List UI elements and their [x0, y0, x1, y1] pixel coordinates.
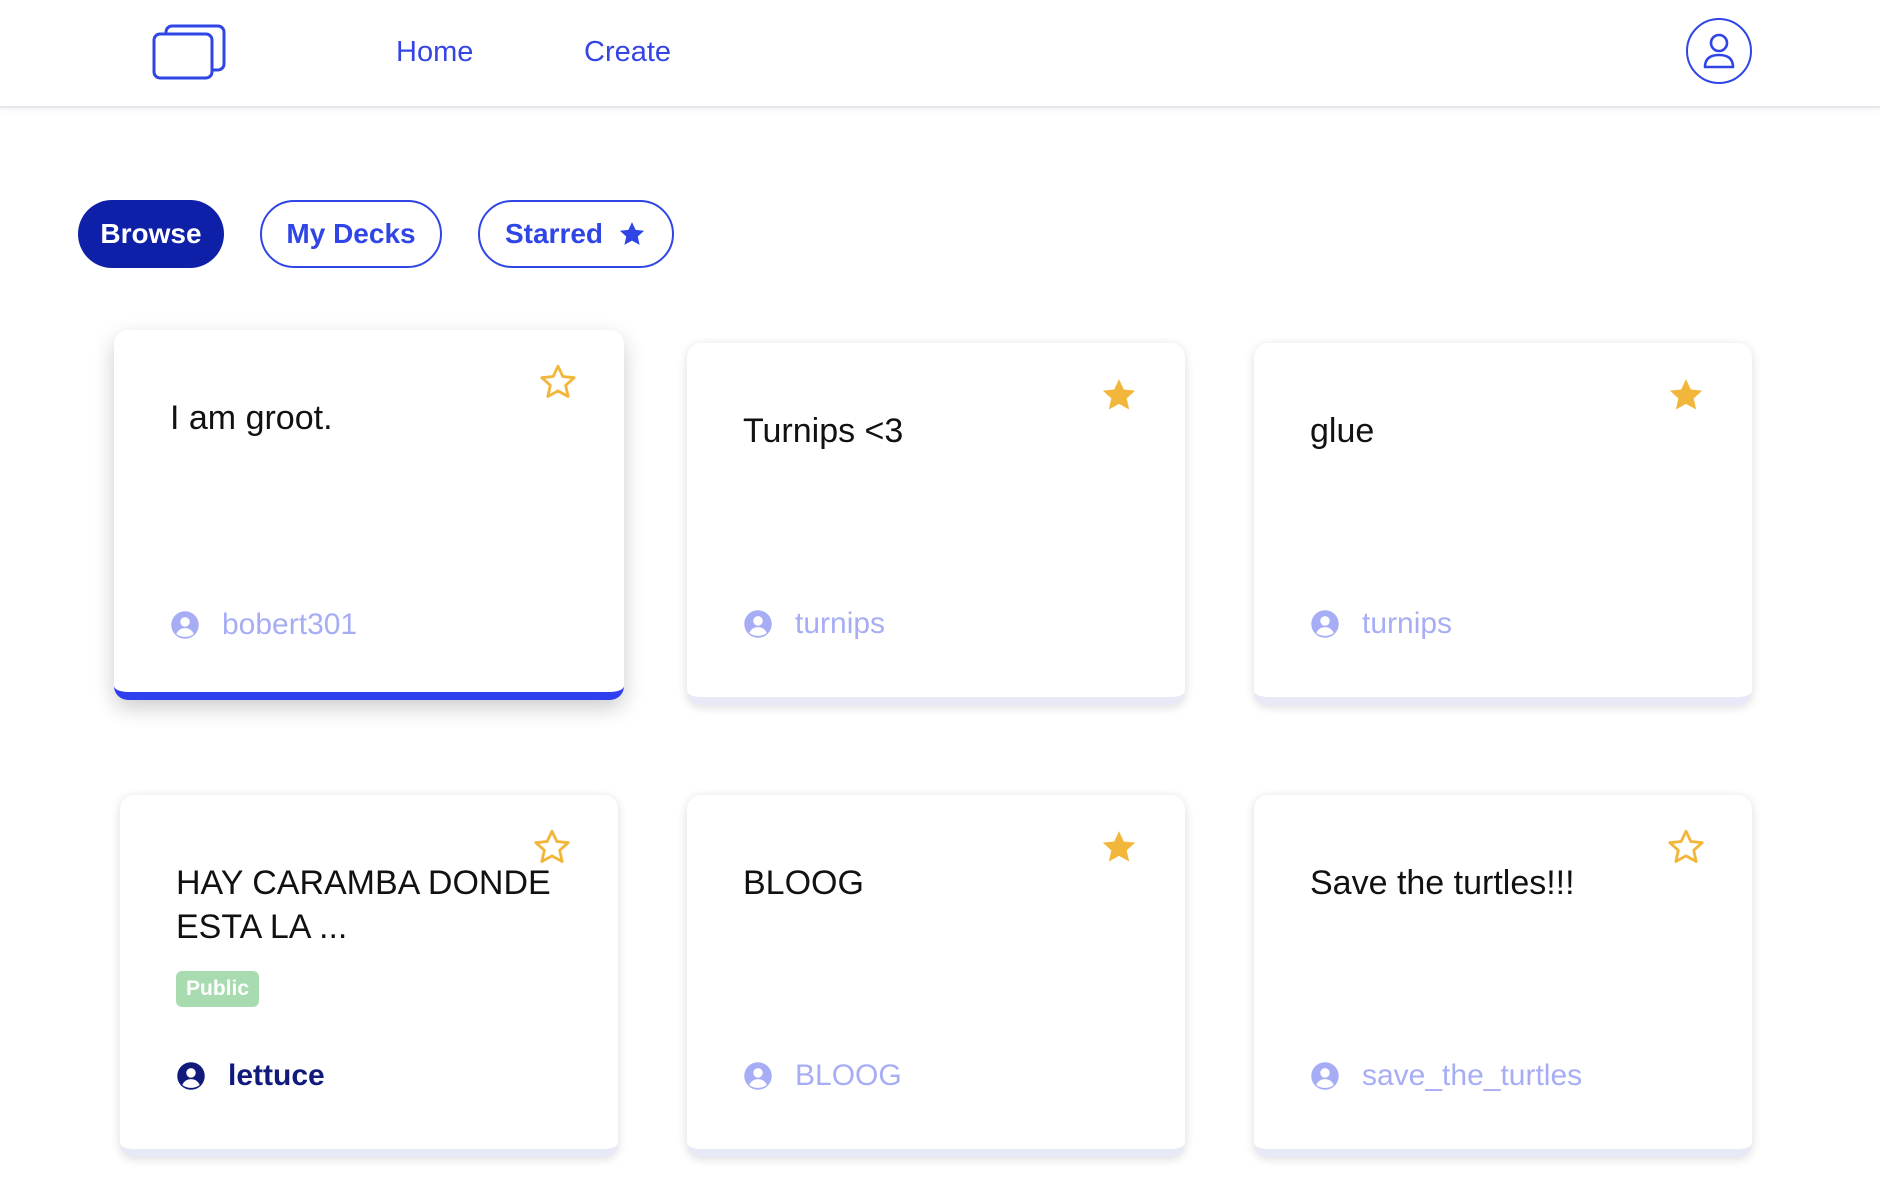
deck-author[interactable]: bobert301	[170, 608, 357, 642]
deck-card[interactable]: BLOOG BLOOG	[687, 795, 1185, 1157]
deck-title: I am groot.	[170, 399, 333, 437]
deck-author[interactable]: turnips	[1310, 607, 1452, 641]
deck-author[interactable]: lettuce	[176, 1059, 325, 1093]
user-circle-icon	[177, 1062, 205, 1090]
user-circle-icon	[744, 610, 772, 638]
nav-create-link[interactable]: Create	[584, 36, 671, 69]
user-circle-icon	[1311, 610, 1339, 638]
user-circle-icon	[744, 1062, 772, 1090]
deck-author-name: turnips	[795, 607, 886, 640]
deck-author-name: save_the_turtles	[1362, 1059, 1583, 1092]
browse-tab[interactable]: Browse	[78, 200, 224, 268]
user-icon	[1703, 33, 1735, 69]
deck-author-name: bobert301	[222, 608, 358, 641]
deck-title: Turnips <3	[743, 412, 904, 450]
deck-title: BLOOG	[743, 864, 864, 902]
deck-card[interactable]: HAY CARAMBA DONDE ESTA LA ... Public let…	[120, 795, 618, 1157]
deck-author-name: BLOOG	[795, 1059, 902, 1092]
my-decks-tab-label: My Decks	[286, 218, 416, 249]
cards-stack-icon[interactable]	[150, 24, 228, 80]
browse-tab-label: Browse	[100, 218, 202, 249]
profile-button[interactable]	[1686, 18, 1752, 84]
deck-card[interactable]: Turnips <3 turnips	[687, 343, 1185, 705]
deck-card[interactable]: Save the turtles!!! save_the_turtles	[1254, 795, 1752, 1157]
user-circle-icon	[1311, 1062, 1339, 1090]
deck-card[interactable]: glue turnips	[1254, 343, 1752, 705]
deck-title: HAY CARAMBA DONDE ESTA LA ...	[176, 864, 551, 946]
star-icon	[619, 222, 645, 245]
deck-author[interactable]: save_the_turtles	[1310, 1059, 1582, 1093]
user-circle-icon	[171, 611, 199, 639]
my-decks-tab[interactable]: My Decks	[260, 200, 442, 268]
starred-tab-label: Starred	[504, 218, 604, 249]
starred-tab[interactable]: Starred	[478, 200, 674, 268]
deck-author[interactable]: BLOOG	[743, 1059, 902, 1093]
deck-title: glue	[1310, 412, 1375, 450]
top-navbar: Home Create	[0, 0, 1880, 108]
deck-card[interactable]: I am groot. bobert301	[114, 330, 624, 700]
deck-author[interactable]: turnips	[743, 607, 885, 641]
nav-home-link[interactable]: Home	[396, 36, 473, 69]
deck-author-name: lettuce	[228, 1059, 325, 1092]
deck-author-name: turnips	[1362, 607, 1453, 640]
public-badge: Public	[176, 971, 260, 1007]
deck-title: Save the turtles!!!	[1310, 864, 1575, 902]
